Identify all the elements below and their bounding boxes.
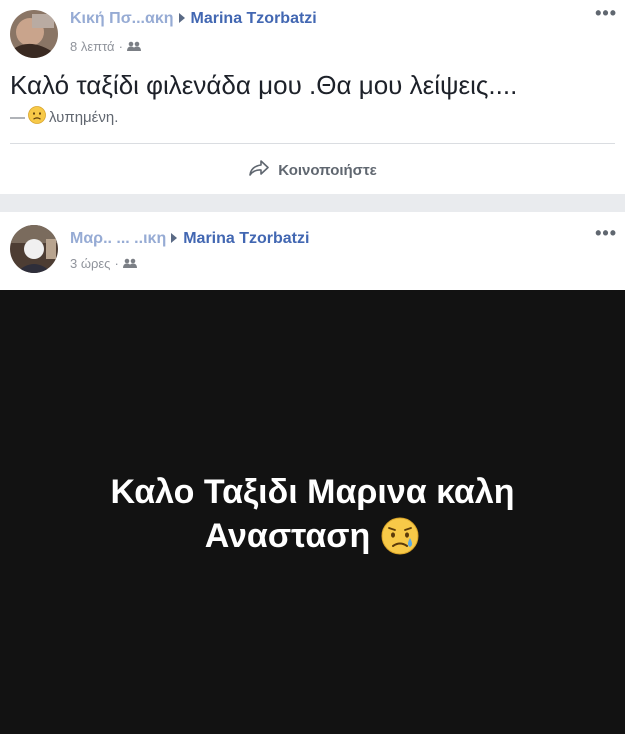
post-time[interactable]: 3 ώρες bbox=[70, 256, 110, 271]
more-options-icon[interactable]: ••• bbox=[595, 4, 617, 22]
divider bbox=[10, 143, 615, 144]
feeling-text: λυπημένη. bbox=[49, 108, 119, 126]
post-image[interactable]: Καλο Ταξιδι Μαρινα καλη Ανασταση bbox=[0, 290, 625, 734]
target-name[interactable]: Marina Tzorbatzi bbox=[183, 230, 309, 247]
image-text-line2: Ανασταση bbox=[204, 517, 371, 555]
meta-separator: · bbox=[114, 256, 119, 271]
friends-icon[interactable] bbox=[122, 256, 137, 271]
share-label: Κοινοποιήστε bbox=[278, 161, 377, 179]
feeling-line: — λυπημένη. bbox=[10, 106, 118, 128]
sad-face-emoji-icon bbox=[28, 106, 46, 128]
author-name[interactable]: Μαρ.. ... ..ικη bbox=[70, 230, 166, 247]
image-text-line1: Καλο Ταξιδι Μαρινα καλη bbox=[110, 473, 515, 511]
feed-post-2: Μαρ.. ... ..ικη Marina Tzorbatzi 3 ώρες ·… bbox=[0, 212, 625, 734]
feed-post-1: Κική Πσ...ακη Marina Tzorbatzi 8 λεπτά · … bbox=[0, 0, 625, 194]
feeling-prefix: — bbox=[10, 108, 25, 126]
image-caption: Καλο Ταξιδι Μαρινα καλη Ανασταση bbox=[0, 470, 625, 558]
share-icon bbox=[248, 159, 270, 181]
friends-icon[interactable] bbox=[126, 39, 141, 54]
author-avatar[interactable] bbox=[10, 225, 58, 273]
arrow-right-icon bbox=[178, 13, 185, 24]
author-avatar[interactable] bbox=[10, 10, 58, 58]
post-time[interactable]: 8 λεπτά bbox=[70, 39, 115, 54]
arrow-right-icon bbox=[171, 233, 178, 244]
post-text: Καλό ταξίδι φιλενάδα μου .Θα μου λείψεις… bbox=[10, 70, 518, 100]
meta-separator: · bbox=[118, 39, 123, 54]
author-name[interactable]: Κική Πσ...ακη bbox=[70, 10, 174, 27]
sad-tear-emoji-icon bbox=[380, 516, 420, 556]
more-options-icon[interactable]: ••• bbox=[595, 224, 617, 242]
share-button[interactable]: Κοινοποιήστε bbox=[0, 155, 625, 185]
target-name[interactable]: Marina Tzorbatzi bbox=[191, 10, 317, 27]
